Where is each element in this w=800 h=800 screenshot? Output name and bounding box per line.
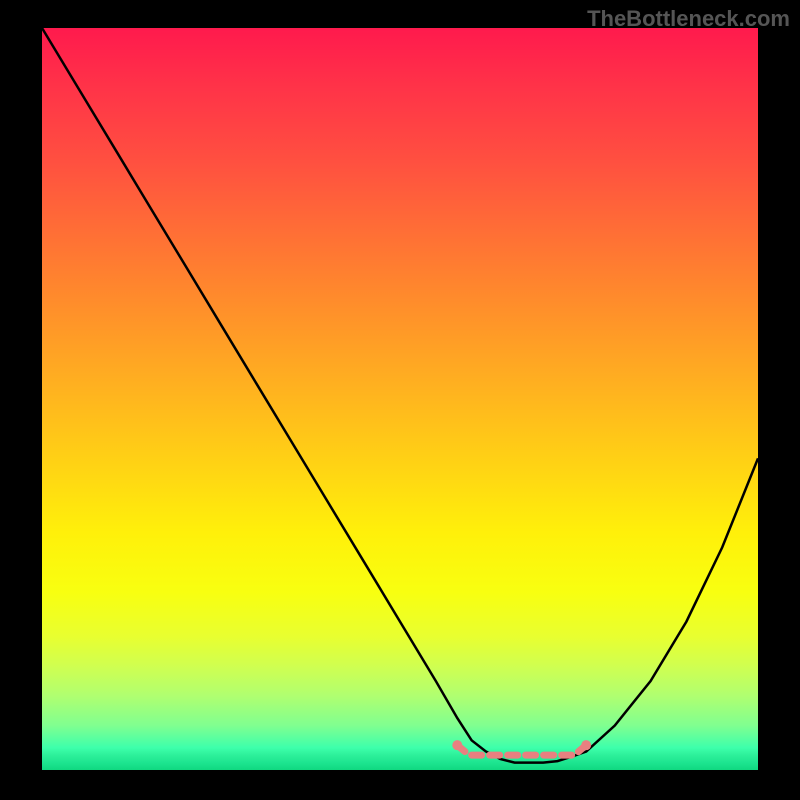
flat-zone-dash: [457, 745, 586, 755]
watermark-text: TheBottleneck.com: [587, 6, 790, 32]
flat-zone-right-dot: [581, 740, 591, 750]
plot-area: [42, 28, 758, 770]
bottleneck-curve: [42, 28, 758, 763]
flat-zone-left-dot: [452, 740, 462, 750]
curve-svg: [42, 28, 758, 770]
